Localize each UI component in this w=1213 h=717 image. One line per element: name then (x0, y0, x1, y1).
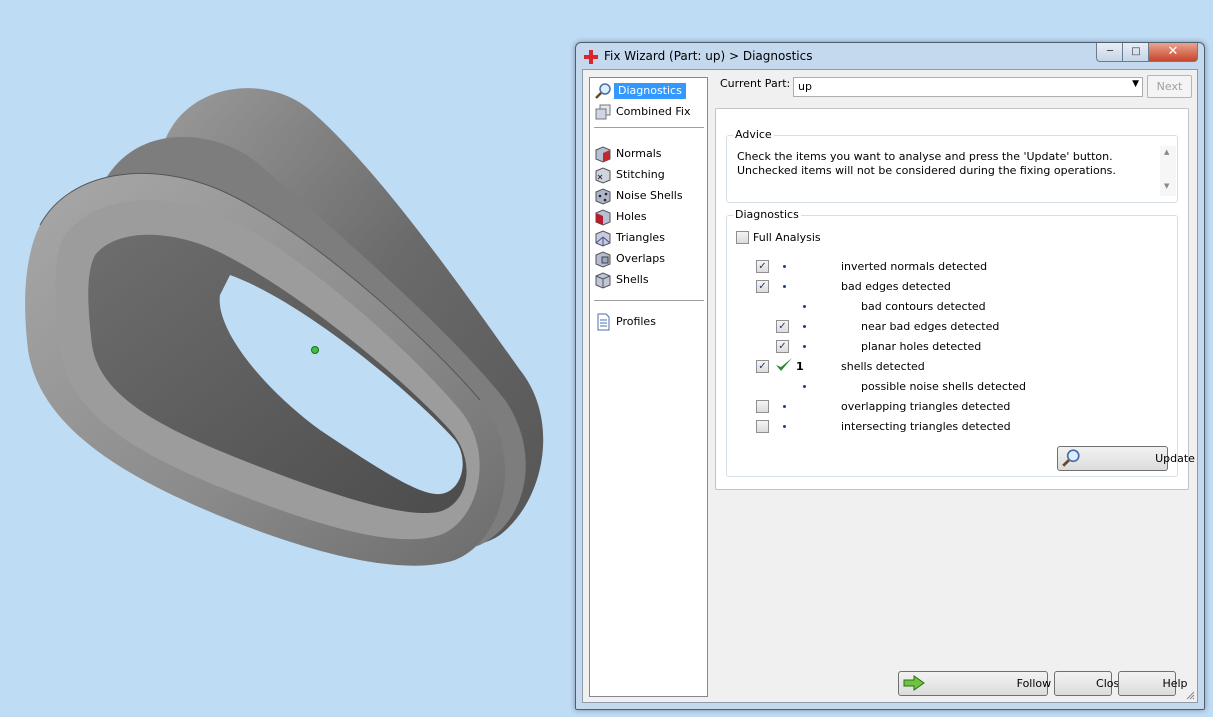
nav-item-noise-shells[interactable]: Noise Shells (594, 186, 704, 206)
nav-item-normals[interactable]: Normals (594, 144, 704, 164)
advice-group: Advice Check the items you want to analy… (726, 128, 1178, 203)
update-button-label: Update (1155, 452, 1195, 465)
nav-item-label: Shells (616, 273, 649, 286)
help-button[interactable]: Help (1118, 671, 1188, 696)
near-bad-edges-checkbox[interactable]: ✓ (776, 320, 789, 333)
nav-item-label: Overlaps (616, 252, 665, 265)
nav-item-diagnostics[interactable]: Diagnostics (594, 81, 704, 101)
diagnostic-item-label: overlapping triangles detected (841, 400, 1011, 413)
bad-edges-checkbox[interactable]: ✓ (756, 280, 769, 293)
window-title: Fix Wizard (Part: up) > Diagnostics (604, 49, 813, 63)
nav-item-label: Stitching (616, 168, 665, 181)
stitching-cube-icon (595, 167, 611, 184)
part-model-render[interactable] (0, 0, 560, 717)
follow-advice-button[interactable]: Follow Advice (898, 671, 1091, 696)
advice-group-title: Advice (733, 128, 774, 141)
nav-item-profiles[interactable]: Profiles (594, 312, 704, 332)
nav-item-label: Noise Shells (616, 189, 683, 202)
nav-item-label: Triangles (616, 231, 665, 244)
status-bullet (803, 325, 806, 328)
current-part-value: up (798, 80, 812, 93)
triangles-cube-icon (595, 230, 611, 247)
update-button[interactable]: Update (1057, 446, 1195, 471)
diagnostics-group-title: Diagnostics (733, 208, 801, 221)
overlaps-cube-icon (595, 251, 611, 268)
combined-fix-icon (595, 104, 611, 120)
resize-grip-icon[interactable] (1185, 690, 1195, 700)
nav-item-label: Diagnostics (614, 83, 686, 99)
overlapping-triangles-checkbox[interactable] (756, 400, 769, 413)
nav-separator (594, 127, 704, 128)
next-button[interactable]: Next (1147, 75, 1192, 98)
check-ok-icon (776, 358, 792, 371)
full-analysis-checkbox[interactable] (736, 231, 749, 244)
current-part-select[interactable]: up ▼ (793, 77, 1143, 97)
nav-item-label: Holes (616, 210, 647, 223)
nav-item-stitching[interactable]: Stitching (594, 165, 704, 185)
diagnostic-item-label: planar holes detected (861, 340, 982, 353)
diagnostic-item-label: near bad edges detected (861, 320, 1000, 333)
nav-item-label: Combined Fix (616, 105, 691, 118)
pivot-point-marker (311, 346, 319, 354)
maximize-button[interactable]: □ (1122, 43, 1150, 62)
status-bullet (803, 345, 806, 348)
help-button-label: Help (1162, 677, 1188, 690)
nav-item-holes[interactable]: Holes (594, 207, 704, 227)
close-window-button[interactable]: ✕ (1148, 43, 1198, 62)
nav-item-label: Profiles (616, 315, 656, 328)
nav-item-overlaps[interactable]: Overlaps (594, 249, 704, 269)
diagnostic-item-label: shells detected (841, 360, 925, 373)
nav-item-triangles[interactable]: Triangles (594, 228, 704, 248)
status-bullet (783, 425, 786, 428)
diagnostic-item-label: inverted normals detected (841, 260, 988, 273)
diagnostic-item-label: bad contours detected (861, 300, 986, 313)
magnifier-icon (595, 83, 611, 99)
title-bar[interactable]: Fix Wizard (Part: up) > Diagnostics ─ □ … (576, 43, 1204, 69)
advice-text: Check the items you want to analyse and … (737, 150, 1116, 177)
scroll-up-icon[interactable]: ▲ (1164, 148, 1169, 156)
intersecting-triangles-checkbox[interactable] (756, 420, 769, 433)
diagnostic-item-label: intersecting triangles detected (841, 420, 1011, 433)
shells-cube-icon (595, 272, 611, 289)
nav-item-label: Normals (616, 147, 662, 160)
shells-checkbox[interactable]: ✓ (756, 360, 769, 373)
noise-shells-cube-icon (595, 188, 611, 205)
status-bullet (803, 385, 806, 388)
dialog-client-area: Diagnostics Combined Fix Normals Stitchi… (582, 69, 1198, 703)
nav-item-combined-fix[interactable]: Combined Fix (594, 102, 704, 122)
status-bullet (803, 305, 806, 308)
wizard-nav-panel: Diagnostics Combined Fix Normals Stitchi… (589, 77, 708, 697)
red-cross-icon (584, 50, 598, 64)
minimize-button[interactable]: ─ (1096, 43, 1124, 62)
profiles-document-icon (597, 313, 610, 331)
status-bullet (783, 285, 786, 288)
magnifier-icon (1062, 449, 1080, 467)
advice-scrollbar[interactable]: ▲ ▼ (1160, 146, 1176, 196)
fix-wizard-dialog: Fix Wizard (Part: up) > Diagnostics ─ □ … (575, 42, 1205, 710)
full-analysis-label: Full Analysis (753, 231, 821, 244)
shells-count: 1 (796, 360, 804, 373)
nav-item-shells[interactable]: Shells (594, 270, 704, 290)
current-part-label: Current Part: (720, 77, 791, 90)
diagnostic-item-label: bad edges detected (841, 280, 951, 293)
holes-cube-icon (595, 209, 611, 226)
inverted-normals-checkbox[interactable]: ✓ (756, 260, 769, 273)
diagnostics-group: Diagnostics Full Analysis ✓ inverted nor… (726, 208, 1195, 477)
close-button[interactable]: Close (1054, 671, 1126, 696)
status-bullet (783, 405, 786, 408)
scroll-down-icon[interactable]: ▼ (1164, 182, 1169, 190)
diagnostic-item-label: possible noise shells detected (861, 380, 1027, 393)
diagnostics-page: Advice Check the items you want to analy… (715, 108, 1195, 490)
status-bullet (783, 265, 786, 268)
nav-separator (594, 300, 704, 301)
normals-cube-icon (595, 146, 611, 163)
chevron-down-icon: ▼ (1132, 79, 1139, 89)
planar-holes-checkbox[interactable]: ✓ (776, 340, 789, 353)
arrow-right-icon (903, 675, 925, 691)
